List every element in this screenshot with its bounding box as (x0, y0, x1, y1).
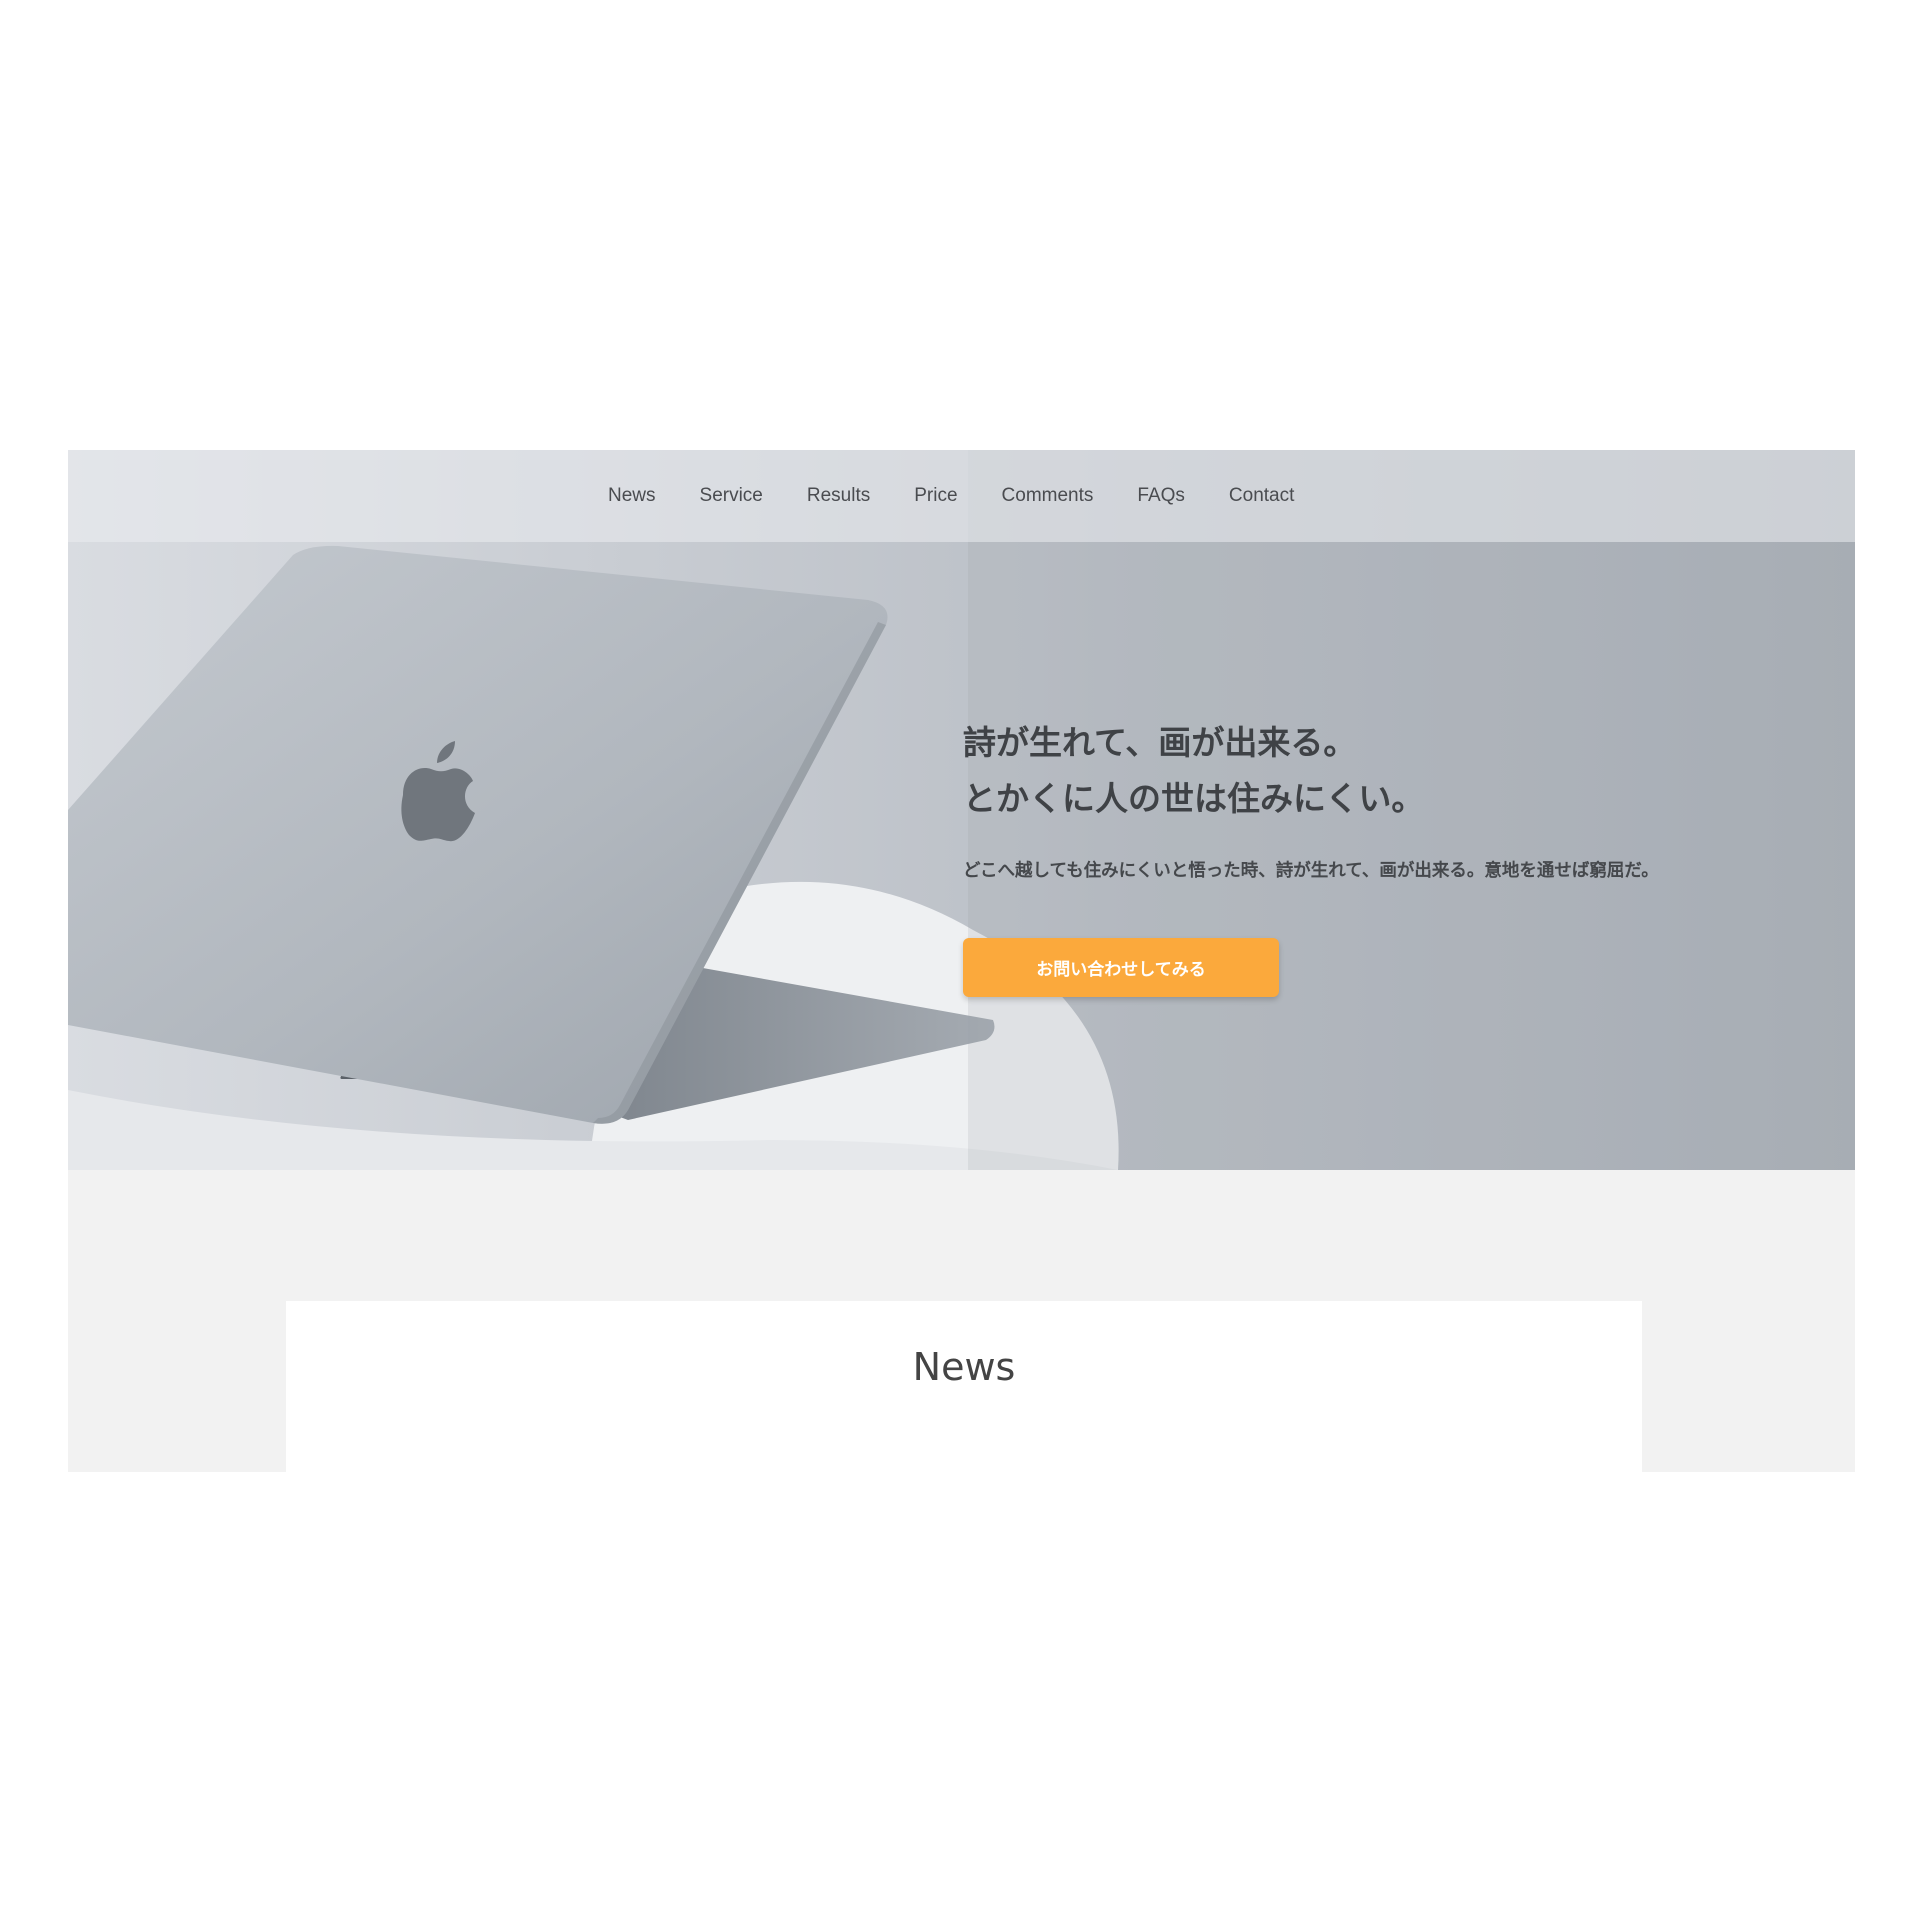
page-viewport: News Service Results Price Comments FAQs… (68, 450, 1855, 1472)
hero-copy: 詩が生れて、画が出来る。 とかくに人の世は住みにくい。 どこへ越しても住みにくい… (963, 715, 1833, 997)
news-heading: News (912, 1345, 1016, 1389)
hero-heading-line-1: 詩が生れて、画が出来る。 (963, 723, 1357, 762)
hero-section: News Service Results Price Comments FAQs… (68, 450, 1855, 1170)
nav-link-news[interactable]: News (608, 485, 656, 507)
top-navigation: News Service Results Price Comments FAQs… (68, 450, 1855, 542)
nav-link-results[interactable]: Results (807, 485, 870, 507)
nav-link-comments[interactable]: Comments (1002, 485, 1094, 507)
nav-link-faqs[interactable]: FAQs (1137, 485, 1185, 507)
nav-link-service[interactable]: Service (700, 485, 763, 507)
news-section: News (286, 1301, 1642, 1472)
hero-heading: 詩が生れて、画が出来る。 とかくに人の世は住みにくい。 (963, 715, 1833, 827)
nav-link-price[interactable]: Price (914, 485, 957, 507)
nav-list: News Service Results Price Comments FAQs… (608, 450, 1338, 542)
hero-heading-line-2: とかくに人の世は住みにくい。 (963, 779, 1425, 818)
nav-link-contact[interactable]: Contact (1229, 485, 1294, 507)
hero-description: どこへ越しても住みにくいと悟った時、詩が生れて、画が出来る。意地を通せば窮屈だ。 (963, 861, 1659, 881)
contact-cta-button[interactable]: お問い合わせしてみる (963, 938, 1279, 997)
